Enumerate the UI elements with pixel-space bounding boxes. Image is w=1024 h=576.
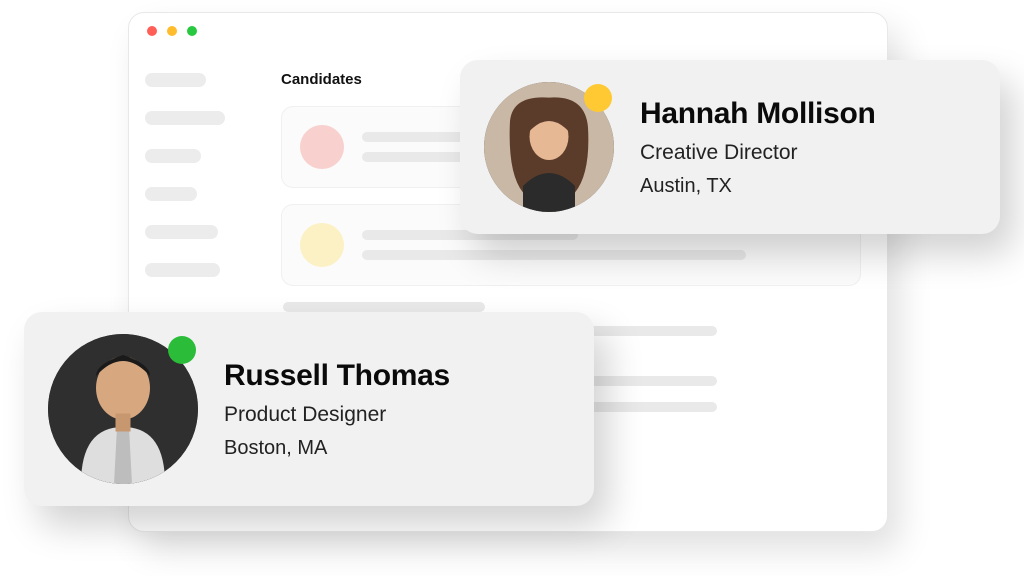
placeholder-lines — [362, 230, 842, 260]
placeholder-line — [283, 302, 485, 312]
candidate-card[interactable]: Russell Thomas Product Designer Boston, … — [24, 312, 594, 506]
avatar-placeholder-icon — [300, 223, 344, 267]
candidate-name: Hannah Mollison — [640, 97, 876, 131]
close-icon[interactable] — [147, 26, 157, 36]
candidate-card[interactable]: Hannah Mollison Creative Director Austin… — [460, 60, 1000, 234]
status-indicator-icon — [584, 84, 612, 112]
card-text: Hannah Mollison Creative Director Austin… — [640, 97, 876, 198]
sidebar-item[interactable] — [145, 111, 225, 125]
candidate-location: Boston, MA — [224, 437, 450, 460]
card-text: Russell Thomas Product Designer Boston, … — [224, 359, 450, 460]
avatar-wrap — [484, 82, 614, 212]
minimize-icon[interactable] — [167, 26, 177, 36]
sidebar-item[interactable] — [145, 187, 197, 201]
sidebar-item[interactable] — [145, 73, 206, 87]
candidate-location: Austin, TX — [640, 175, 876, 198]
maximize-icon[interactable] — [187, 26, 197, 36]
candidate-role: Creative Director — [640, 141, 876, 165]
sidebar-item[interactable] — [145, 225, 218, 239]
candidate-role: Product Designer — [224, 403, 450, 427]
candidate-name: Russell Thomas — [224, 359, 450, 393]
sidebar-item[interactable] — [145, 263, 220, 277]
avatar-wrap — [48, 334, 198, 484]
window-titlebar — [129, 13, 887, 49]
status-indicator-icon — [168, 336, 196, 364]
placeholder-line — [362, 250, 746, 260]
sidebar-item[interactable] — [145, 149, 201, 163]
avatar-placeholder-icon — [300, 125, 344, 169]
